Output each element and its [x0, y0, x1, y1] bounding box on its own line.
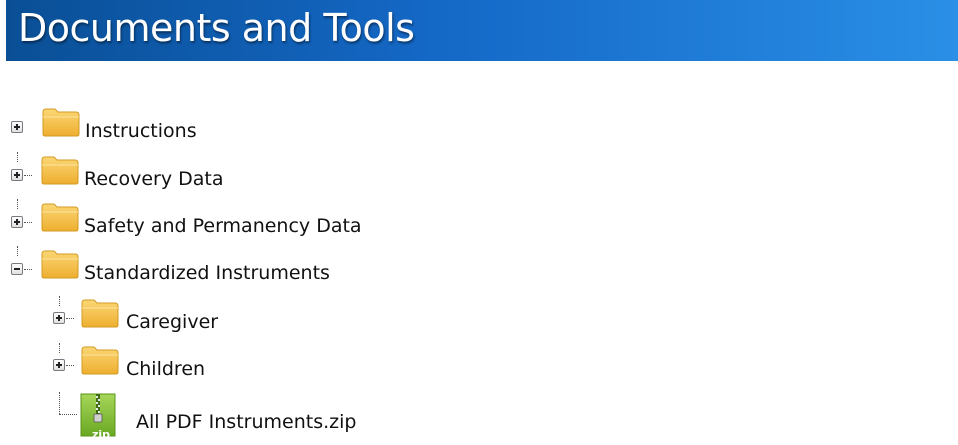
tree-item-label[interactable]: Recovery Data [84, 168, 224, 190]
expand-plus-icon[interactable] [11, 169, 23, 181]
tree-item-label[interactable]: Standardized Instruments [84, 262, 330, 284]
folder-icon [81, 346, 119, 375]
zip-icon-text: zip [92, 428, 111, 441]
collapse-minus-icon[interactable] [11, 263, 23, 275]
tree-item-label[interactable]: All PDF Instruments.zip [136, 411, 356, 433]
tree-item-label[interactable]: Caregiver [126, 311, 218, 333]
tree-connector [24, 269, 32, 270]
expand-plus-icon[interactable] [53, 312, 65, 324]
folder-icon [42, 108, 80, 137]
folder-icon [41, 203, 79, 232]
tree-connector [66, 318, 74, 319]
tree-connector [17, 152, 18, 162]
tree-item-label[interactable]: Children [126, 358, 205, 380]
expand-plus-icon[interactable] [11, 216, 23, 228]
tree-connector [17, 246, 18, 256]
tree-connector [59, 343, 60, 353]
folder-icon [41, 250, 79, 279]
tree-connector [24, 175, 32, 176]
tree-connector [59, 296, 60, 306]
tree-connector [24, 222, 32, 223]
folder-icon [81, 299, 119, 328]
tree-item-label[interactable]: Instructions [85, 120, 197, 142]
folder-icon [41, 156, 79, 185]
tree-connector [17, 199, 18, 209]
document-tree: Instructions Recovery Data Safety and Pe… [0, 0, 958, 445]
tree-item-label[interactable]: Safety and Permanency Data [84, 215, 362, 237]
tree-connector [59, 392, 60, 414]
tree-connector [59, 414, 77, 415]
tree-connector [66, 365, 74, 366]
expand-plus-icon[interactable] [11, 121, 23, 133]
expand-plus-icon[interactable] [53, 359, 65, 371]
